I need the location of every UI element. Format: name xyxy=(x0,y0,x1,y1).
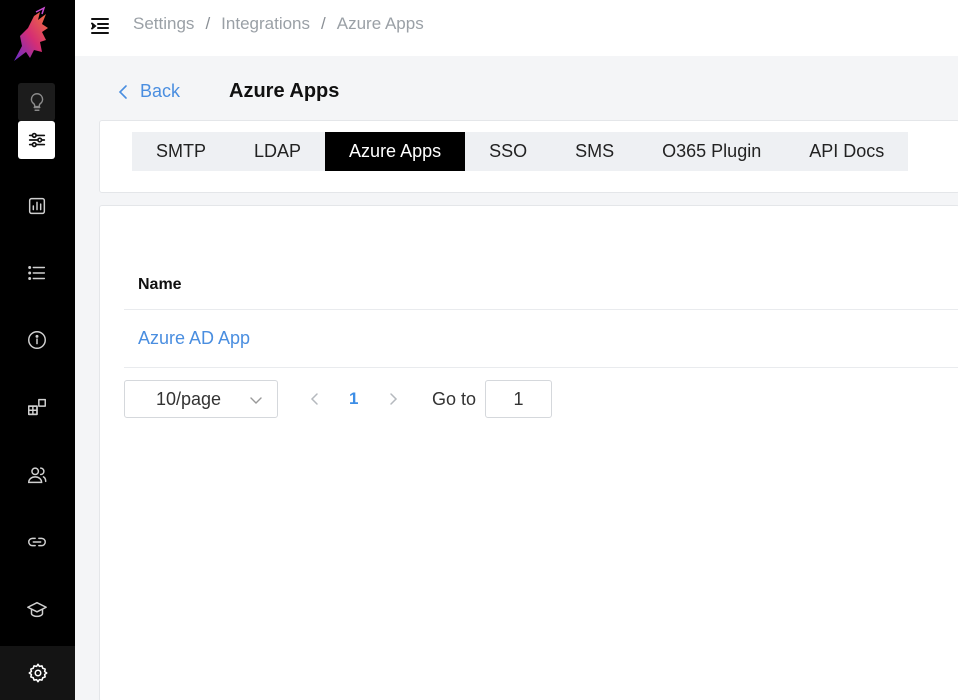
sidebar xyxy=(0,0,75,700)
sidebar-item-settings[interactable] xyxy=(0,646,75,700)
sidebar-item-reports[interactable] xyxy=(18,187,55,225)
users-icon xyxy=(27,467,46,484)
tab-ldap[interactable]: LDAP xyxy=(230,132,325,171)
page-title: Azure Apps xyxy=(229,80,340,102)
prev-page-icon[interactable] xyxy=(310,391,320,407)
goto-label: Go to xyxy=(432,389,477,409)
chart-icon xyxy=(28,197,45,215)
table-row-link[interactable]: Azure AD App xyxy=(138,328,250,349)
column-header-name[interactable]: Name xyxy=(138,276,182,294)
page-size-select[interactable]: 10/page xyxy=(124,380,278,418)
sidebar-item-links[interactable] xyxy=(18,523,55,561)
info-icon xyxy=(27,331,46,349)
top-header: Settings / Integrations / Azure Apps xyxy=(75,0,958,56)
sidebar-item-users[interactable] xyxy=(18,456,55,494)
list-icon xyxy=(27,266,45,280)
breadcrumb-separator: / xyxy=(321,14,326,33)
tab-smtp[interactable]: SMTP xyxy=(132,132,230,171)
lightbulb-icon xyxy=(30,93,43,111)
pagination: 10/page 1 Go to xyxy=(124,380,724,418)
sidebar-item-info[interactable] xyxy=(18,321,55,359)
sidebar-item-list[interactable] xyxy=(18,254,55,292)
breadcrumb-settings[interactable]: Settings xyxy=(133,14,194,34)
tabs-card: SMTP LDAP Azure Apps SSO SMS O365 Plugin… xyxy=(99,120,958,193)
main-content: Back Azure Apps SMTP LDAP Azure Apps SSO… xyxy=(75,56,958,700)
menu-toggle-icon[interactable] xyxy=(89,15,111,37)
back-label: Back xyxy=(140,81,181,101)
graduation-cap-icon xyxy=(26,601,47,618)
tab-azure-apps[interactable]: Azure Apps xyxy=(325,132,466,171)
goto-page-input[interactable] xyxy=(485,380,552,418)
breadcrumb-separator: / xyxy=(205,14,211,33)
back-button[interactable]: Back xyxy=(118,81,180,102)
tab-api-docs[interactable]: API Docs xyxy=(785,132,908,171)
header-divider xyxy=(124,309,958,310)
modules-icon xyxy=(27,398,46,416)
page-size-value: 10/page xyxy=(156,388,222,409)
next-page-icon[interactable] xyxy=(388,391,398,407)
sidebar-item-training[interactable] xyxy=(18,591,55,629)
apps-table-card: Name Azure AD App 10/page 1 Go to xyxy=(99,205,958,700)
tab-sso[interactable]: SSO xyxy=(465,132,551,171)
tab-o365-plugin[interactable]: O365 Plugin xyxy=(638,132,785,171)
chevron-down-icon xyxy=(250,397,262,404)
sidebar-item-ideas[interactable] xyxy=(18,83,55,121)
logo[interactable] xyxy=(6,6,56,64)
sidebar-item-settings-config[interactable] xyxy=(18,121,55,159)
breadcrumb: Settings / Integrations / Azure Apps xyxy=(133,14,424,34)
sliders-icon xyxy=(28,132,45,148)
row-divider xyxy=(124,367,958,368)
link-icon xyxy=(27,537,46,547)
gear-icon xyxy=(28,663,47,683)
chevron-left-icon xyxy=(118,84,127,99)
tab-sms[interactable]: SMS xyxy=(551,132,638,171)
breadcrumb-current: Azure Apps xyxy=(336,14,424,33)
page-number[interactable]: 1 xyxy=(349,389,358,409)
breadcrumb-integrations[interactable]: Integrations xyxy=(221,14,310,34)
sidebar-item-modules[interactable] xyxy=(18,388,55,426)
integration-tabs: SMTP LDAP Azure Apps SSO SMS O365 Plugin… xyxy=(132,132,909,171)
